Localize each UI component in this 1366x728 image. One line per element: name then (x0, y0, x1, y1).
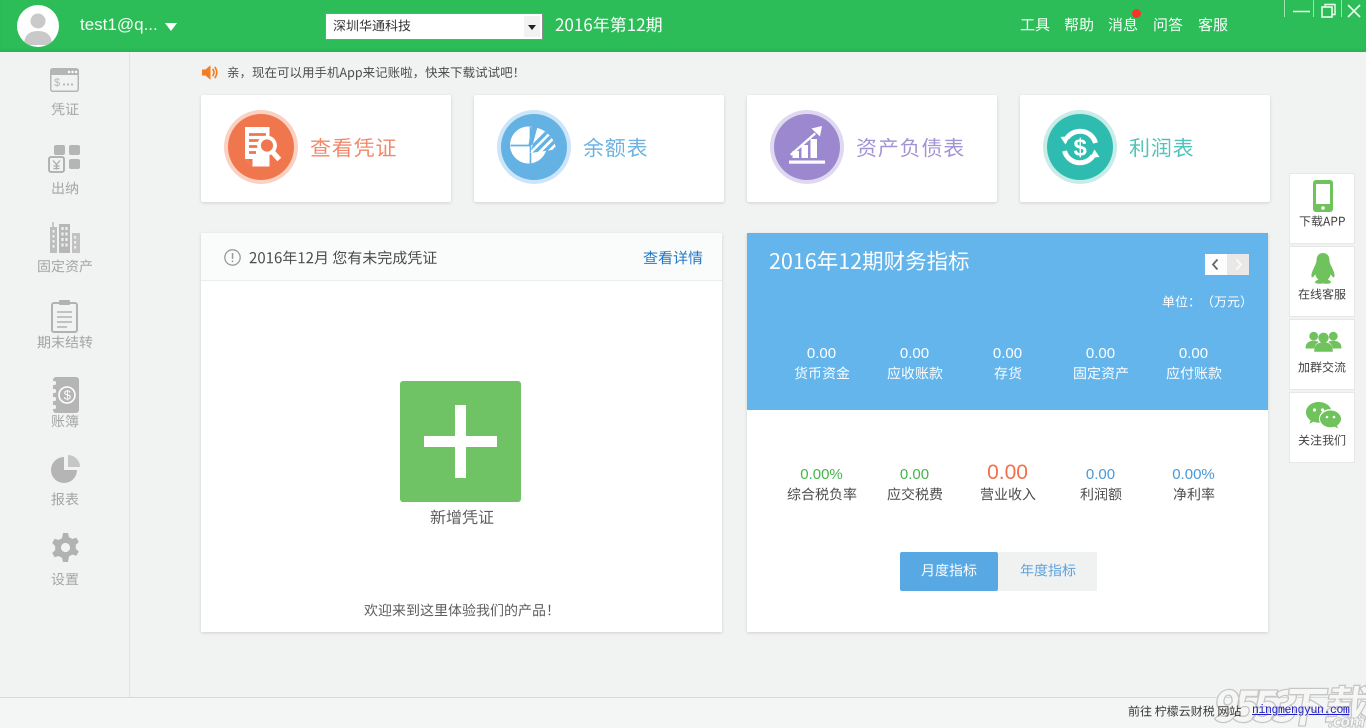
svg-text:$: $ (54, 77, 60, 89)
svg-text:$: $ (64, 388, 72, 403)
svg-text:$: $ (1074, 135, 1088, 162)
